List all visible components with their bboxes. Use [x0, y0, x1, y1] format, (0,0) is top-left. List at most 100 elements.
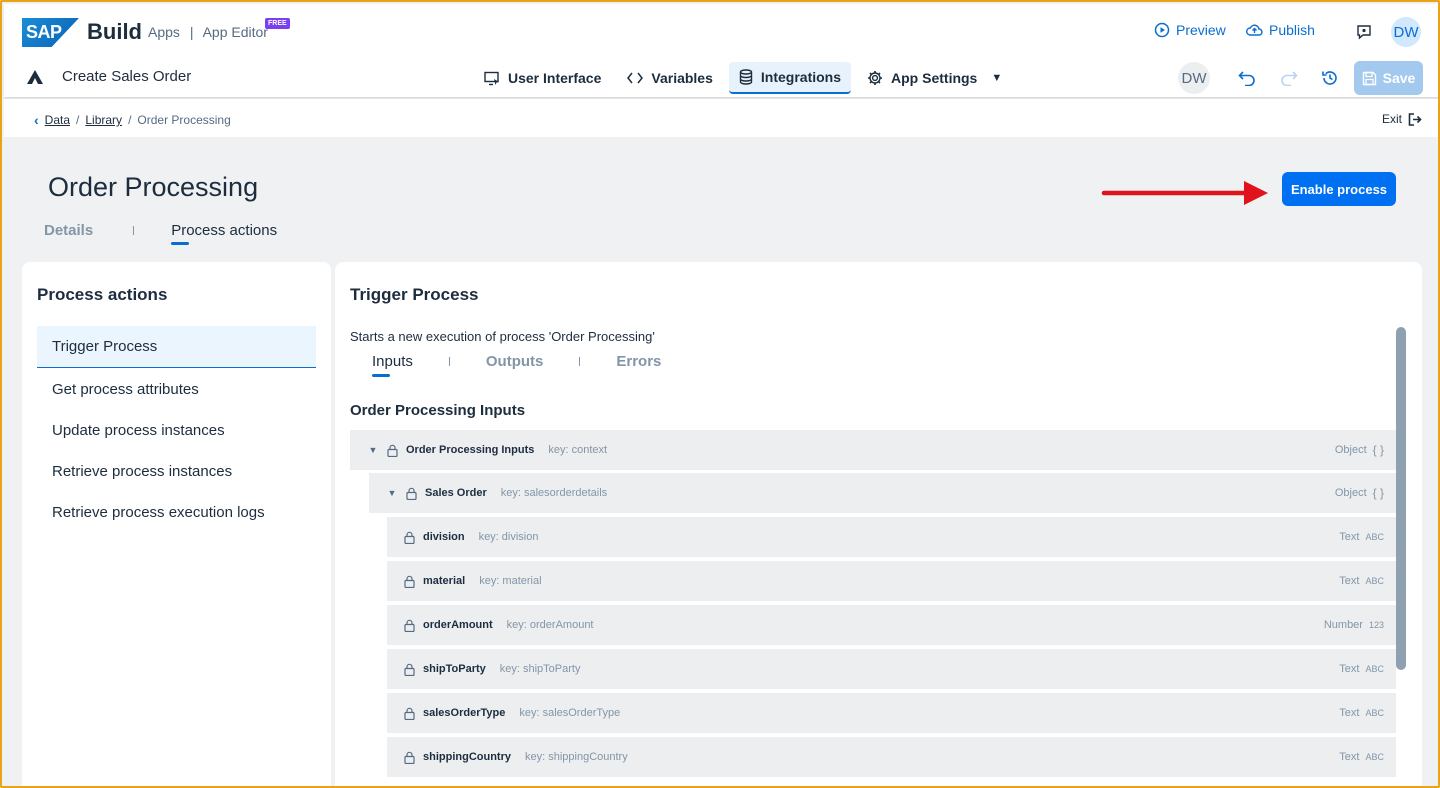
save-icon	[1362, 71, 1376, 85]
process-description: Starts a new execution of process 'Order…	[350, 329, 655, 344]
save-button[interactable]: Save	[1354, 61, 1423, 95]
field-type: Object{ }	[1334, 443, 1384, 457]
section-title: Order Processing Inputs	[350, 402, 526, 419]
field-name: shipToParty	[423, 663, 486, 675]
field-type: Text ABC	[1339, 575, 1384, 587]
app-title: Create Sales Order	[26, 68, 191, 85]
text-type-icon: ABC	[1365, 576, 1384, 586]
field-key: key: salesorderdetails	[500, 487, 608, 499]
tree-row[interactable]: ▼ Order Processing Inputs key: context O…	[350, 430, 1396, 470]
caret-down-icon[interactable]: ▼	[366, 445, 380, 455]
action-update-process-instances[interactable]: Update process instances	[37, 409, 316, 451]
preview-button[interactable]: Preview	[1154, 22, 1226, 38]
tree-row[interactable]: division key: division Text ABC	[387, 517, 1396, 557]
lock-icon	[386, 443, 398, 457]
field-name: Sales Order	[425, 487, 487, 499]
tab-separator	[448, 357, 450, 366]
collaborator-avatar: DW	[1178, 62, 1210, 94]
app-frame: SAP Build Apps | App Editor FREE Preview…	[0, 0, 1440, 788]
sap-logo: SAP	[22, 18, 79, 47]
field-type: Text ABC	[1339, 707, 1384, 719]
lock-icon	[403, 574, 415, 588]
field-key: key: context	[548, 444, 608, 456]
app-editor-label: App Editor	[202, 24, 268, 40]
tab-separator	[133, 226, 135, 235]
object-type-icon: { }	[1372, 486, 1384, 500]
caret-down-icon[interactable]: ▼	[385, 488, 399, 498]
redo-button[interactable]	[1274, 63, 1304, 93]
process-actions-panel: Process actions Trigger Process Get proc…	[22, 262, 331, 786]
breadcrumb-library-link[interactable]: Library	[85, 113, 122, 127]
user-avatar[interactable]: DW	[1391, 17, 1421, 47]
action-retrieve-execution-logs[interactable]: Retrieve process execution logs	[37, 491, 316, 533]
annotation-arrow	[1101, 181, 1268, 205]
tree-row[interactable]: shippingCountry key: shippingCountry Tex…	[387, 737, 1396, 777]
tab-outputs[interactable]: Outputs	[486, 353, 544, 370]
exit-button[interactable]: Exit	[1382, 112, 1422, 126]
text-type-icon: ABC	[1365, 664, 1384, 674]
undo-button[interactable]	[1232, 63, 1262, 93]
text-type-icon: ABC	[1365, 752, 1384, 762]
page-tabs: Details Process actions	[44, 222, 277, 245]
cloud-upload-icon	[1246, 24, 1263, 36]
tab-errors[interactable]: Errors	[616, 353, 661, 370]
tab-details[interactable]: Details	[44, 222, 93, 239]
tree-row[interactable]: material key: material Text ABC	[387, 561, 1396, 601]
field-name: orderAmount	[423, 619, 493, 631]
tab-user-interface[interactable]: User Interface	[474, 62, 611, 94]
breadcrumb-bar: ‹ Data / Library / Order Processing Exit	[4, 99, 1438, 137]
trigger-process-panel: Trigger Process Starts a new execution o…	[335, 262, 1422, 786]
action-retrieve-process-instances[interactable]: Retrieve process instances	[37, 450, 316, 492]
tree-row[interactable]: salesOrderType key: salesOrderType Text A…	[387, 693, 1396, 733]
tab-variables[interactable]: Variables	[617, 62, 723, 94]
apps-link[interactable]: Apps	[148, 24, 180, 40]
field-name: material	[423, 575, 466, 587]
field-name: Order Processing Inputs	[406, 444, 535, 456]
vertical-scrollbar[interactable]	[1396, 327, 1406, 670]
object-type-icon: { }	[1372, 443, 1384, 457]
exit-icon	[1408, 112, 1422, 126]
free-badge: FREE	[265, 18, 290, 29]
tree-row[interactable]: orderAmount key: orderAmount Number 123	[387, 605, 1396, 645]
field-name: shippingCountry	[423, 751, 511, 763]
field-type: Text ABC	[1339, 751, 1384, 763]
field-type: Text ABC	[1339, 663, 1384, 675]
gear-icon	[868, 71, 883, 85]
app-name: Create Sales Order	[62, 68, 192, 85]
header-crumb-separator: |	[189, 24, 194, 40]
io-tabs: Inputs Outputs Errors	[372, 353, 661, 377]
lock-icon	[403, 750, 415, 764]
number-type-icon: 123	[1368, 620, 1384, 630]
tab-integrations[interactable]: Integrations	[728, 62, 852, 94]
history-button[interactable]	[1315, 63, 1345, 93]
field-name: salesOrderType	[423, 707, 506, 719]
history-icon	[1322, 71, 1337, 85]
code-icon	[627, 72, 644, 84]
chevron-down-icon: ▼	[991, 72, 1003, 84]
breadcrumb-data-link[interactable]: Data	[45, 113, 70, 127]
tree-row[interactable]: ▼ Sales Order key: salesorderdetails Obj…	[369, 473, 1396, 513]
tab-process-actions[interactable]: Process actions	[171, 222, 277, 245]
undo-icon	[1238, 71, 1255, 86]
publish-button[interactable]: Publish	[1246, 22, 1315, 38]
database-icon	[739, 69, 753, 85]
user-interface-icon	[484, 71, 499, 85]
tab-app-settings[interactable]: App Settings ▼	[857, 62, 1012, 94]
chevron-left-icon[interactable]: ‹	[34, 112, 39, 128]
text-type-icon: ABC	[1365, 708, 1384, 718]
field-type: Object{ }	[1334, 486, 1384, 500]
play-circle-icon	[1154, 22, 1170, 38]
page-title: Order Processing	[48, 172, 259, 202]
lock-icon	[403, 530, 415, 544]
tree-row[interactable]: shipToParty key: shipToParty Text ABC	[387, 649, 1396, 689]
panel-title: Process actions	[37, 285, 168, 304]
tab-inputs[interactable]: Inputs	[372, 353, 413, 377]
breadcrumb-current: Order Processing	[137, 113, 231, 127]
field-type: Number 123	[1323, 619, 1384, 631]
action-trigger-process[interactable]: Trigger Process	[37, 326, 316, 368]
notifications-button[interactable]	[1349, 17, 1379, 47]
enable-process-button[interactable]: Enable process	[1282, 172, 1396, 206]
lock-icon	[403, 706, 415, 720]
text-type-icon: ABC	[1365, 532, 1384, 542]
action-get-process-attributes[interactable]: Get process attributes	[37, 368, 316, 410]
